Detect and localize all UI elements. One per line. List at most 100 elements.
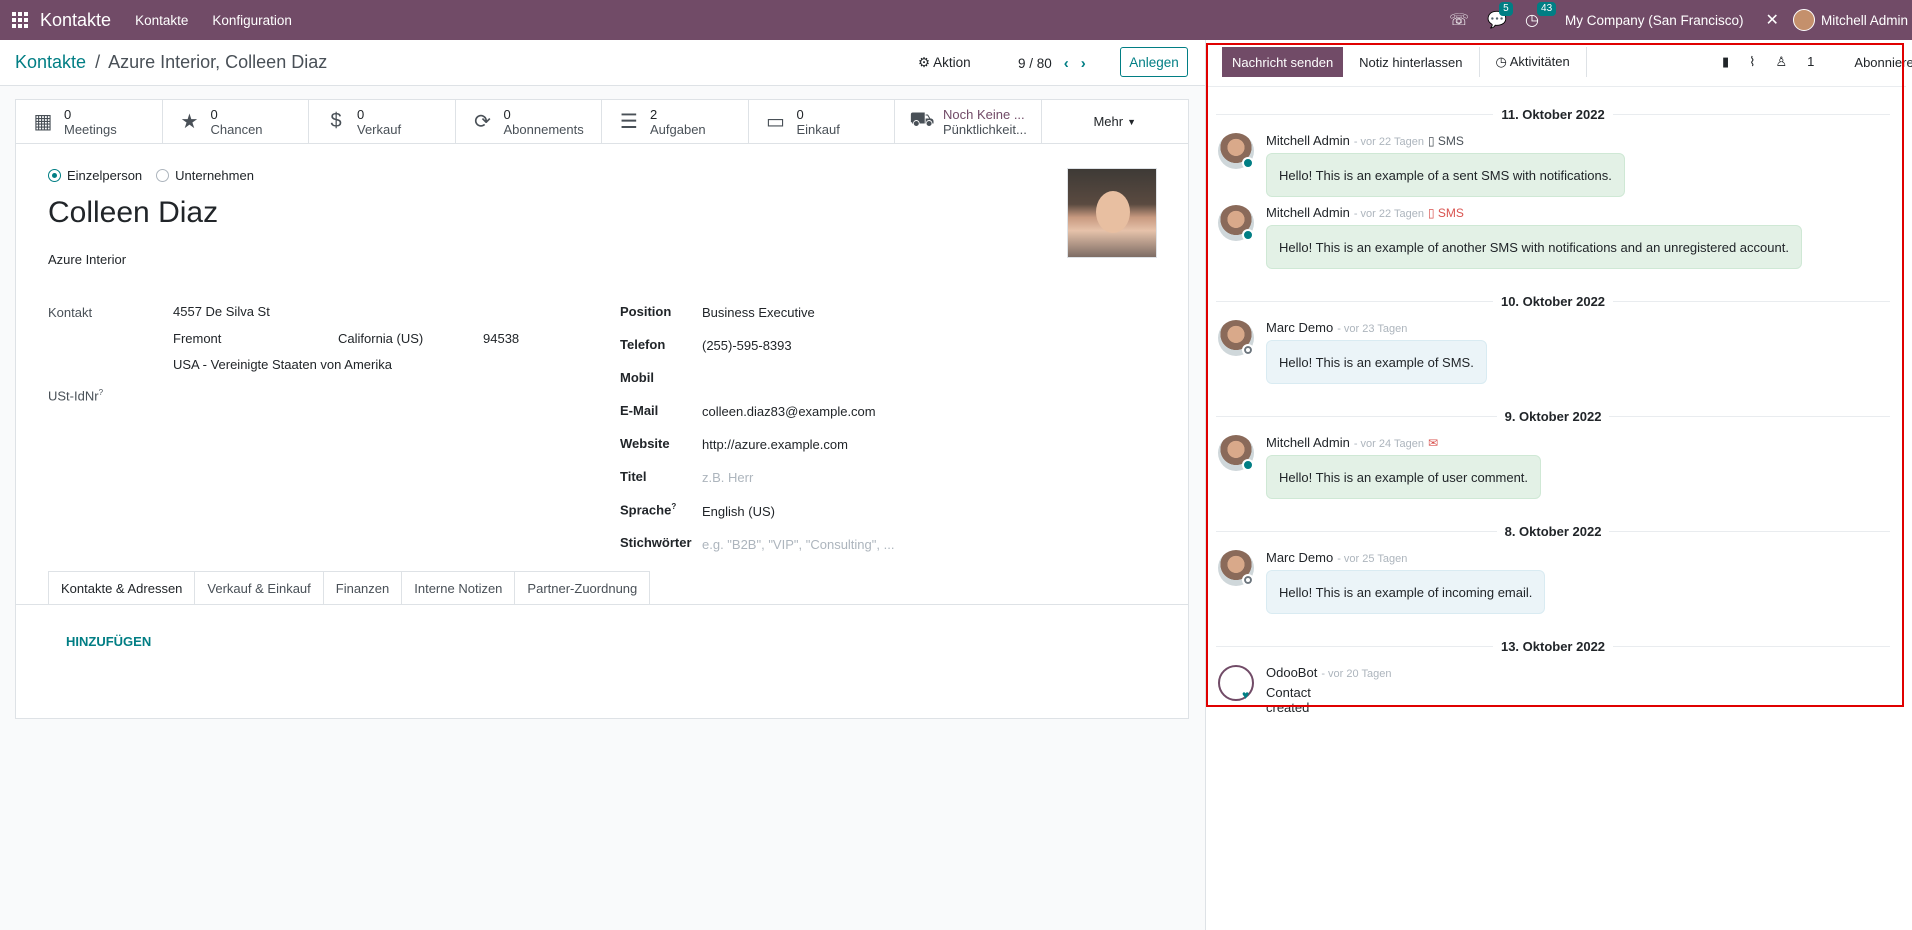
- street-field[interactable]: 4557 De Silva St: [173, 304, 270, 319]
- state-field[interactable]: California (US): [338, 331, 423, 346]
- more-button[interactable]: Mehr ▼: [1042, 100, 1189, 143]
- company-switcher[interactable]: My Company (San Francisco): [1565, 13, 1744, 28]
- breadcrumb-root[interactable]: Kontakte: [15, 52, 86, 72]
- date-label: 13. Oktober 2022: [1500, 638, 1606, 654]
- avatar: [1792, 9, 1815, 31]
- online-status-icon: [1242, 229, 1254, 241]
- chevron-right-icon[interactable]: ›: [1081, 55, 1086, 72]
- paperclip-icon[interactable]: ⌇: [1749, 54, 1755, 70]
- menu-contacts[interactable]: Kontakte: [135, 13, 188, 28]
- send-message-button[interactable]: Nachricht senden: [1222, 47, 1344, 77]
- radio-company[interactable]: Unternehmen: [156, 168, 254, 183]
- zip-field[interactable]: 94538: [483, 331, 519, 346]
- smart-button-tasks[interactable]: ☰ 2 Aufgaben: [602, 100, 749, 143]
- smart-button-on-time[interactable]: ⛟ Noch Keine ... Pünktlichkeit...: [895, 100, 1042, 143]
- smart-button-meetings[interactable]: ▦ 0 Meetings: [16, 100, 163, 143]
- menu-configuration[interactable]: Konfiguration: [212, 13, 292, 28]
- partner-photo[interactable]: [1067, 168, 1157, 258]
- message-time: - vor 25 Tagen: [1337, 553, 1408, 565]
- on-time-label: Pünktlichkeit...: [943, 121, 1027, 137]
- chatter-divider: [1206, 86, 1906, 87]
- tab-partner-assignment[interactable]: Partner-Zuordnung: [514, 571, 651, 604]
- phone-icon[interactable]: ☏: [1449, 10, 1469, 30]
- app-brand[interactable]: Kontakte: [40, 10, 111, 31]
- calendar-icon: ▦: [33, 111, 53, 133]
- date-label: 9. Oktober 2022: [1504, 408, 1602, 424]
- action-menu[interactable]: ⚙ Aktion: [918, 55, 971, 71]
- radio-person[interactable]: Einzelperson: [48, 168, 142, 183]
- language-field[interactable]: English (US): [702, 504, 775, 519]
- more-label: Mehr: [1093, 114, 1124, 129]
- chatter-topbar: Nachricht senden Notiz hinterlassen ◷ Ak…: [1222, 47, 1587, 77]
- caret-down-icon: ▼: [1127, 116, 1137, 127]
- meetings-count: 0: [64, 106, 72, 122]
- label-contact: Kontakt: [48, 305, 93, 320]
- followers-button[interactable]: ♙ 1: [1776, 54, 1835, 70]
- log-note-button[interactable]: Notiz hinterlassen: [1343, 47, 1480, 77]
- email-field[interactable]: colleen.diaz83@example.com: [702, 404, 876, 419]
- label-tags: Stichwörter: [620, 535, 692, 550]
- chevron-left-icon[interactable]: ‹: [1064, 55, 1069, 72]
- on-time-value: Noch Keine ...: [943, 106, 1025, 122]
- tab-divider: [16, 604, 1188, 605]
- mobile-field[interactable]: [702, 371, 922, 387]
- tab-accounting[interactable]: Finanzen: [322, 571, 403, 604]
- smart-button-opportunities[interactable]: ★ 0 Chancen: [163, 100, 309, 143]
- label-email: E-Mail: [620, 403, 659, 418]
- dollar-icon: $: [330, 110, 342, 132]
- online-status-icon: [1242, 157, 1254, 169]
- refresh-icon: ⟳: [474, 111, 491, 133]
- chat-icon[interactable]: 💬 5: [1487, 2, 1513, 30]
- tags-field[interactable]: e.g. "B2B", "VIP", "Consulting", ...: [702, 537, 894, 552]
- smart-button-sales[interactable]: $ 0 Verkauf: [309, 100, 456, 143]
- help-icon[interactable]: ?: [99, 388, 103, 397]
- website-field[interactable]: http://azure.example.com: [702, 437, 848, 452]
- activities-label: Aktivitäten: [1509, 54, 1570, 69]
- message-time: - vor 24 Tagen: [1353, 438, 1424, 450]
- position-field[interactable]: Business Executive: [702, 305, 815, 320]
- online-status-icon: [1242, 459, 1254, 471]
- add-contact-button[interactable]: HINZUFÜGEN: [66, 634, 151, 649]
- message-author[interactable]: Mitchell Admin: [1266, 435, 1350, 450]
- radio-unchecked-icon: [156, 169, 170, 182]
- apps-menu-button[interactable]: [2, 12, 38, 28]
- user-menu[interactable]: Mitchell Admin: [1792, 9, 1908, 31]
- message-author[interactable]: Mitchell Admin: [1266, 205, 1350, 220]
- activities-button[interactable]: ◷ Aktivitäten: [1479, 47, 1587, 77]
- create-button[interactable]: Anlegen: [1120, 47, 1188, 77]
- partner-name-field[interactable]: Colleen Diaz: [48, 196, 218, 230]
- tab-sales-purchase[interactable]: Verkauf & Einkauf: [194, 571, 324, 604]
- subscribe-button[interactable]: Abonnieren: [1854, 55, 1912, 70]
- smart-button-purchase[interactable]: ▭ 0 Einkauf: [749, 100, 895, 143]
- parent-company-field[interactable]: Azure Interior: [48, 252, 126, 267]
- tab-contacts-addresses[interactable]: Kontakte & Adressen: [48, 571, 196, 605]
- debug-tools-icon[interactable]: ✕: [1766, 10, 1779, 30]
- message-kind: SMS: [1437, 134, 1464, 148]
- photo-face: [1096, 191, 1130, 233]
- vat-label-text: USt-IdNr: [48, 388, 99, 404]
- sms-error-icon[interactable]: ▯ SMS: [1428, 206, 1464, 220]
- envelope-icon[interactable]: ✉: [1428, 436, 1438, 450]
- message-author[interactable]: Marc Demo: [1266, 320, 1333, 335]
- smart-button-subscriptions[interactable]: ⟳ 0 Abonnements: [456, 100, 602, 143]
- tab-internal-notes[interactable]: Interne Notizen: [401, 571, 516, 604]
- pager-value[interactable]: 9 / 80: [1018, 56, 1052, 71]
- activity-clock-icon[interactable]: ◷ 43: [1525, 2, 1557, 30]
- radio-checked-icon: [48, 169, 61, 182]
- message-time: - vor 22 Tagen: [1353, 136, 1424, 148]
- title-field[interactable]: z.B. Herr: [702, 470, 753, 485]
- tasks-label: Aufgaben: [650, 121, 706, 137]
- label-language: Sprache?: [620, 502, 676, 517]
- phone-field[interactable]: (255)-595-8393: [702, 338, 792, 353]
- book-icon[interactable]: ▮: [1722, 54, 1729, 70]
- message-author[interactable]: Mitchell Admin: [1266, 133, 1350, 148]
- country-field[interactable]: USA - Vereinigte Staaten von Amerika: [173, 357, 392, 372]
- smart-button-bar: ▦ 0 Meetings ★ 0 Chancen $ 0 Verkauf ⟳ 0 Abo…: [16, 100, 1188, 144]
- label-title: Titel: [620, 469, 647, 484]
- label-mobile: Mobil: [620, 370, 654, 385]
- city-field[interactable]: Fremont: [173, 331, 221, 346]
- help-icon[interactable]: ?: [671, 502, 676, 511]
- message-time: - vor 20 Tagen: [1321, 668, 1392, 680]
- message-author[interactable]: Marc Demo: [1266, 550, 1333, 565]
- message-author[interactable]: OdooBot: [1266, 665, 1317, 680]
